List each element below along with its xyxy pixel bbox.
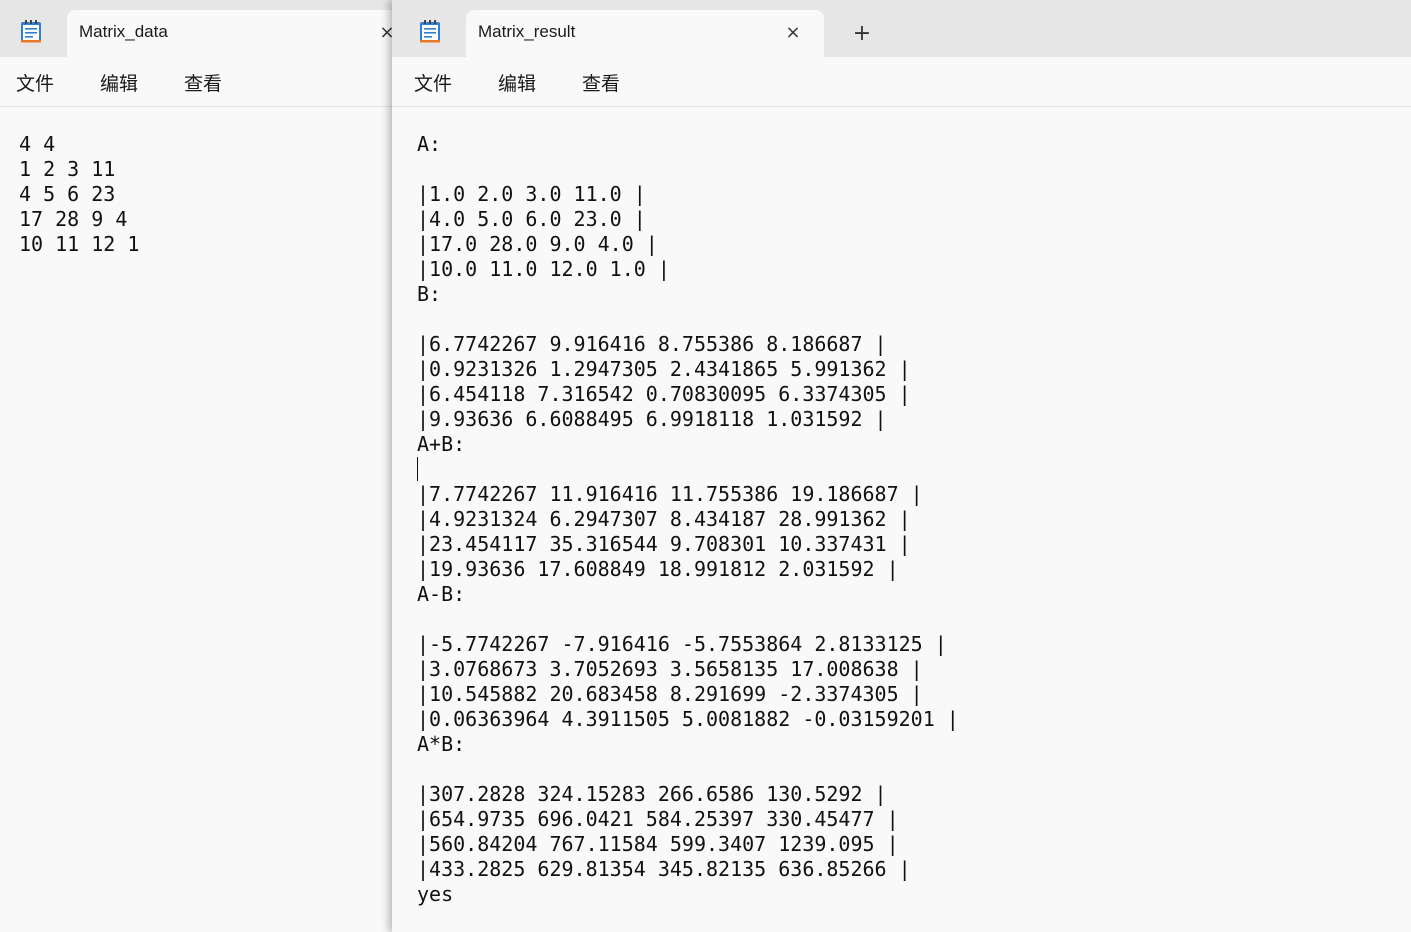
notepad-icon — [420, 20, 440, 43]
text-line: |9.93636 6.6088495 6.9918118 1.031592 | — [417, 407, 887, 431]
text-line: |433.2825 629.81354 345.82135 636.85266 … — [417, 857, 911, 881]
text-line: |10.545882 20.683458 8.291699 -2.3374305… — [417, 682, 923, 706]
text-line — [417, 457, 959, 482]
menu-view[interactable]: 查看 — [582, 69, 620, 96]
text-line: |0.06363964 4.3911505 5.0081882 -0.03159… — [417, 707, 959, 731]
text-line: |23.454117 35.316544 9.708301 10.337431 … — [417, 532, 911, 556]
menu-edit[interactable]: 编辑 — [100, 69, 138, 96]
text-line: |19.93636 17.608849 18.991812 2.031592 | — [417, 557, 899, 581]
text-line — [417, 307, 959, 332]
text-line — [417, 157, 959, 182]
text-line — [417, 757, 959, 782]
text-editor[interactable]: A: |1.0 2.0 3.0 11.0 | |4.0 5.0 6.0 23.0 |… — [392, 107, 1411, 932]
text-line: 17 28 9 4 — [19, 207, 128, 231]
text-line: 1 2 3 11 — [19, 157, 116, 181]
text-line: 10 11 12 1 — [19, 232, 140, 256]
notepad-window-matrix-data: Matrix_data × 文件 编辑 查看 4 41 2 3 11 4 5 6 … — [0, 0, 392, 932]
tab-matrix-result[interactable]: Matrix_result × — [466, 10, 824, 57]
text-line: B: — [417, 282, 442, 306]
text-line: A-B: — [417, 582, 466, 606]
text-line: |17.0 28.0 9.0 4.0 | — [417, 232, 658, 256]
menu-file[interactable]: 文件 — [16, 69, 54, 96]
text-line: 4 5 6 23 — [19, 182, 116, 206]
text-line — [417, 607, 959, 632]
text-line: |4.0 5.0 6.0 23.0 | — [417, 207, 646, 231]
text-content: 4 41 2 3 11 4 5 6 23 17 28 9 4 10 11 12 1 — [19, 132, 139, 257]
text-line: |654.9735 696.0421 584.25397 330.45477 | — [417, 807, 899, 831]
text-line: A: — [417, 132, 442, 156]
text-line: |0.9231326 1.2947305 2.4341865 5.991362 … — [417, 357, 911, 381]
plus-icon[interactable]: + — [850, 22, 874, 46]
text-line: |6.7742267 9.916416 8.755386 8.186687 | — [417, 332, 887, 356]
notepad-window-matrix-result: Matrix_result × + 文件 编辑 查看 A: |1.0 2.0 3.… — [392, 0, 1411, 932]
close-icon[interactable]: × — [375, 21, 392, 45]
text-content: A: |1.0 2.0 3.0 11.0 | |4.0 5.0 6.0 23.0 |… — [417, 132, 959, 907]
title-bar: Matrix_result × + — [392, 0, 1411, 57]
notepad-icon — [21, 20, 41, 43]
tab-title: Matrix_data — [79, 22, 168, 41]
text-line: A+B: — [417, 432, 466, 456]
text-line: |6.454118 7.316542 0.70830095 6.3374305 … — [417, 382, 911, 406]
menu-file[interactable]: 文件 — [414, 69, 452, 96]
close-icon[interactable]: × — [781, 21, 805, 45]
text-line: |307.2828 324.15283 266.6586 130.5292 | — [417, 782, 887, 806]
text-editor[interactable]: 4 41 2 3 11 4 5 6 23 17 28 9 4 10 11 12 1 — [0, 107, 392, 932]
text-line: A*B: — [417, 732, 466, 756]
text-line: yes — [417, 882, 454, 906]
menu-bar: 文件 编辑 查看 — [0, 57, 392, 107]
tab-matrix-data[interactable]: Matrix_data × — [67, 10, 392, 57]
menu-view[interactable]: 查看 — [184, 69, 222, 96]
menu-edit[interactable]: 编辑 — [498, 69, 536, 96]
menu-bar: 文件 编辑 查看 — [392, 57, 1411, 107]
text-line: |7.7742267 11.916416 11.755386 19.186687… — [417, 482, 923, 506]
tab-title: Matrix_result — [478, 22, 576, 41]
text-line: |10.0 11.0 12.0 1.0 | — [417, 257, 670, 281]
text-line: |1.0 2.0 3.0 11.0 | — [417, 182, 646, 206]
text-line: 4 4 — [19, 132, 56, 156]
text-line: |4.9231324 6.2947307 8.434187 28.991362 … — [417, 507, 911, 531]
text-line: |3.0768673 3.7052693 3.5658135 17.008638… — [417, 657, 923, 681]
title-bar: Matrix_data × — [0, 0, 392, 57]
text-line: |-5.7742267 -7.916416 -5.7553864 2.81331… — [417, 632, 947, 656]
text-caret — [417, 457, 418, 481]
text-line: |560.84204 767.11584 599.3407 1239.095 | — [417, 832, 899, 856]
